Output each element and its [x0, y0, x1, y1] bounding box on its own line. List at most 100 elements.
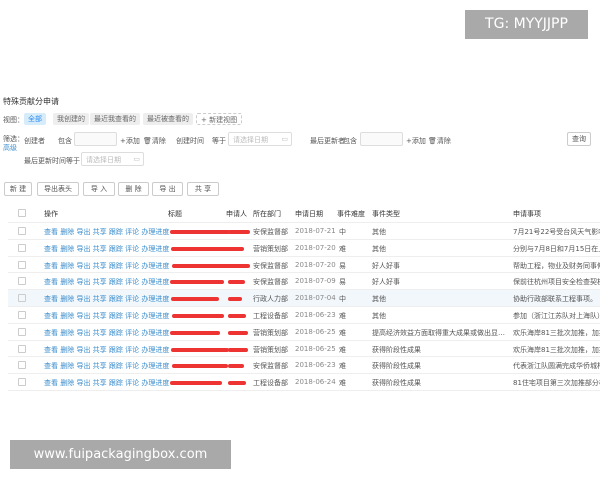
equals-label-2: 等于	[66, 157, 80, 165]
row-difficulty: 易	[339, 261, 346, 270]
row-date: 2018-06-25	[295, 327, 336, 336]
row-checkbox[interactable]	[18, 277, 26, 286]
add-filter-button-2[interactable]: +添加	[406, 136, 426, 146]
row-actions[interactable]: 查看 删除 导出 共享 跟踪 评论 办理进度	[44, 277, 169, 287]
row-department: 安保监督部	[253, 261, 288, 270]
equals-label: 等于	[212, 137, 226, 145]
row-type: 好人好事	[372, 261, 400, 270]
view-recently-viewed-by-others[interactable]: 最近被查看的	[143, 113, 193, 125]
row-matter: 参加（浙江江苏队对上海队）	[513, 311, 600, 320]
advanced-filter-link[interactable]: 高级	[3, 143, 17, 153]
row-difficulty: 难	[339, 379, 346, 388]
table-row[interactable]: 查看 删除 导出 共享 跟踪 评论 办理进度 营销策划部 2018-07-20 …	[8, 240, 600, 257]
row-difficulty: 难	[339, 345, 346, 354]
table-row[interactable]: 查看 删除 导出 共享 跟踪 评论 办理进度 安保监督部 2018-07-21 …	[8, 223, 600, 240]
row-checkbox[interactable]	[18, 310, 26, 319]
row-actions[interactable]: 查看 删除 导出 共享 跟踪 评论 办理进度	[44, 361, 169, 371]
table-row[interactable]: 查看 删除 导出 共享 跟踪 评论 办理进度 行政人力部 2018-07-04 …	[8, 290, 600, 307]
creator-input[interactable]	[74, 132, 117, 146]
row-department: 安保监督部	[253, 362, 288, 371]
redacted-applicant	[228, 297, 242, 302]
row-matter: 分别与7月8日和7月15日在上	[513, 244, 600, 253]
table-row[interactable]: 查看 删除 导出 共享 跟踪 评论 办理进度 营销策划部 2018-06-25 …	[8, 324, 600, 341]
created-date-input[interactable]: 请选择日期 ▭	[228, 132, 292, 146]
row-checkbox[interactable]	[18, 260, 26, 269]
redacted-applicant	[228, 347, 248, 352]
new-button[interactable]: 新 建	[4, 182, 32, 196]
export-header-button[interactable]: 导出表头	[37, 182, 79, 196]
row-matter: 协助行政部联系工程事项。	[513, 295, 597, 304]
row-date: 2018-07-09	[295, 277, 336, 286]
redacted-title	[171, 297, 219, 302]
redacted-title	[172, 263, 236, 268]
view-all[interactable]: 全部	[24, 113, 46, 125]
col-title: 标题	[168, 210, 182, 218]
row-date: 2018-06-25	[295, 344, 336, 353]
watermark-top: TG: MYYJJPP	[465, 10, 588, 39]
col-difficulty: 事件难度	[337, 210, 365, 218]
col-department: 所在部门	[253, 210, 281, 218]
row-department: 营销策划部	[253, 328, 288, 337]
row-matter: 欢乐海岸81三批次加推，加推	[513, 345, 600, 354]
export-button[interactable]: 导 出	[152, 182, 183, 196]
calendar-icon: ▭	[281, 135, 288, 143]
col-matter: 申请事项	[513, 210, 541, 218]
row-difficulty: 难	[339, 244, 346, 253]
redacted-title	[172, 313, 224, 318]
last-updater-input[interactable]	[360, 132, 403, 146]
redacted-applicant	[228, 313, 246, 318]
last-updated-time-label: 最后更新时间	[24, 157, 66, 165]
row-type: 获得阶段性成果	[372, 345, 421, 354]
last-updated-date-input[interactable]: 请选择日期 ▭	[81, 152, 144, 166]
row-date: 2018-07-04	[295, 294, 336, 303]
row-matter: 欢乐海岸81三批次加推，加推	[513, 328, 600, 337]
table-row[interactable]: 查看 删除 导出 共享 跟踪 评论 办理进度 安保监督部 2018-07-20 …	[8, 257, 600, 274]
add-filter-button[interactable]: +添加	[120, 136, 140, 146]
row-department: 工程设备部	[253, 379, 288, 388]
row-matter: 7月21号22号受台风天气影响	[513, 228, 600, 236]
clear-filter-button[interactable]: 🗑清除	[143, 136, 166, 146]
row-checkbox[interactable]	[18, 243, 26, 252]
row-date: 2018-06-23	[295, 361, 336, 370]
row-actions[interactable]: 查看 删除 导出 共享 跟踪 评论 办理进度	[44, 328, 169, 338]
row-difficulty: 中	[339, 228, 346, 236]
row-actions[interactable]: 查看 删除 导出 共享 跟踪 评论 办理进度	[44, 261, 169, 271]
table-row[interactable]: 查看 删除 导出 共享 跟踪 评论 办理进度 安保监督部 2018-06-23 …	[8, 357, 600, 375]
new-view-button[interactable]: + 新建视图	[196, 113, 243, 125]
row-actions[interactable]: 查看 删除 导出 共享 跟踪 评论 办理进度	[44, 244, 169, 254]
clear-filter-button-2[interactable]: 🗑清除	[428, 136, 451, 146]
row-date: 2018-07-20	[295, 260, 336, 269]
import-button[interactable]: 导 入	[83, 182, 115, 196]
row-checkbox[interactable]	[18, 227, 26, 235]
row-actions[interactable]: 查看 删除 导出 共享 跟踪 评论 办理进度	[44, 378, 169, 388]
row-difficulty: 易	[339, 278, 346, 287]
row-type: 其他	[372, 244, 386, 253]
col-date: 申请日期	[295, 210, 323, 218]
delete-button[interactable]: 删 除	[118, 182, 149, 196]
row-actions[interactable]: 查看 删除 导出 共享 跟踪 评论 办理进度	[44, 227, 169, 237]
row-type: 获得阶段性成果	[372, 362, 421, 371]
row-department: 安保监督部	[253, 228, 288, 236]
col-type: 事件类型	[372, 210, 400, 218]
row-checkbox[interactable]	[18, 378, 26, 387]
row-checkbox[interactable]	[18, 327, 26, 336]
table-row[interactable]: 查看 删除 导出 共享 跟踪 评论 办理进度 工程设备部 2018-06-24 …	[8, 374, 600, 391]
view-mine[interactable]: 我创建的	[53, 113, 89, 125]
table-row[interactable]: 查看 删除 导出 共享 跟踪 评论 办理进度 营销策划部 2018-06-25 …	[8, 341, 600, 358]
views-label: 视图：	[3, 116, 24, 124]
row-actions[interactable]: 查看 删除 导出 共享 跟踪 评论 办理进度	[44, 345, 169, 355]
creator-label: 创建者	[24, 137, 45, 145]
select-all-checkbox[interactable]	[18, 209, 26, 217]
row-actions[interactable]: 查看 删除 导出 共享 跟踪 评论 办理进度	[44, 294, 169, 304]
row-actions[interactable]: 查看 删除 导出 共享 跟踪 评论 办理进度	[44, 311, 169, 321]
table-row[interactable]: 查看 删除 导出 共享 跟踪 评论 办理进度 安保监督部 2018-07-09 …	[8, 273, 600, 291]
share-button[interactable]: 共 享	[187, 182, 219, 196]
table-row[interactable]: 查看 删除 导出 共享 跟踪 评论 办理进度 工程设备部 2018-06-23 …	[8, 307, 600, 324]
row-checkbox[interactable]	[18, 361, 26, 370]
clear-label: 清除	[436, 137, 451, 145]
search-button[interactable]: 查询	[567, 132, 591, 146]
watermark-bottom: www.fuipackagingbox.com	[10, 440, 231, 469]
row-checkbox[interactable]	[18, 294, 26, 303]
view-recent-viewed[interactable]: 最近我查看的	[90, 113, 140, 125]
row-checkbox[interactable]	[18, 344, 26, 353]
